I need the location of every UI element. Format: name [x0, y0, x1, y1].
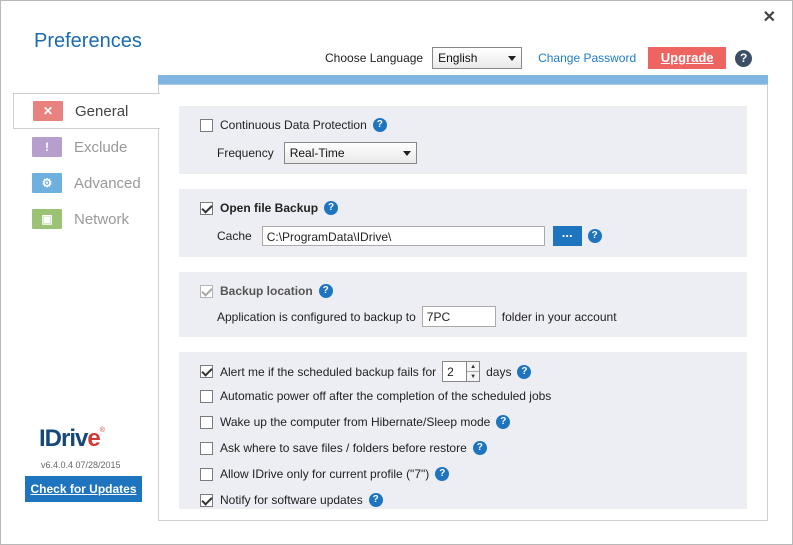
- preferences-window: ✕ Preferences Choose Language English Ch…: [0, 0, 793, 545]
- backup-location-checkbox: [200, 284, 213, 298]
- sidebar: ✕ General ! Exclude ⚙ Advanced ▣ Network: [13, 93, 160, 237]
- sidebar-item-exclude[interactable]: ! Exclude: [13, 129, 159, 165]
- general-panel: Continuous Data Protection ? Frequency R…: [158, 75, 768, 521]
- close-icon[interactable]: ✕: [763, 7, 776, 27]
- notify-row: Notify for software updates ?: [200, 493, 383, 507]
- ask-where-label: Ask where to save files / folders before…: [220, 441, 467, 455]
- help-icon[interactable]: ?: [324, 201, 339, 215]
- cdp-label: Continuous Data Protection: [220, 118, 367, 132]
- notify-label: Notify for software updates: [220, 493, 363, 507]
- days-stepper-buttons[interactable]: ▲ ▼: [466, 361, 481, 382]
- power-off-row: Automatic power off after the completion…: [200, 389, 551, 403]
- help-icon[interactable]: ?: [587, 229, 602, 243]
- backup-folder-text-after: folder in your account: [501, 309, 617, 324]
- sidebar-item-label: Exclude: [74, 138, 128, 156]
- backup-folder-row: Application is configured to backup to 7…: [217, 306, 617, 327]
- allow-profile-row: Allow IDrive only for current profile ("…: [200, 467, 450, 481]
- logo-text: IDriv: [39, 425, 88, 452]
- help-icon[interactable]: ?: [735, 49, 753, 67]
- cdp-checkbox[interactable]: [200, 118, 213, 132]
- backup-location-label: Backup location: [220, 284, 313, 298]
- backup-location-section: Backup location ? Application is configu…: [179, 272, 747, 337]
- ask-where-checkbox[interactable]: [200, 441, 213, 455]
- version-label: v6.4.0.4 07/28/2015: [41, 460, 121, 470]
- allow-profile-checkbox[interactable]: [200, 467, 213, 481]
- sidebar-item-network[interactable]: ▣ Network: [13, 201, 159, 237]
- upgrade-button[interactable]: Upgrade: [648, 47, 727, 69]
- power-off-checkbox[interactable]: [200, 389, 213, 403]
- chevron-down-icon: [402, 151, 411, 156]
- help-icon[interactable]: ?: [368, 493, 383, 507]
- ask-where-row: Ask where to save files / folders before…: [200, 441, 487, 455]
- help-icon[interactable]: ?: [372, 118, 387, 132]
- language-label: Choose Language: [325, 51, 424, 65]
- cache-label: Cache: [217, 229, 252, 243]
- cache-path-input[interactable]: C:\ProgramData\IDrive\: [261, 226, 545, 246]
- backup-folder-input[interactable]: 7PC: [421, 306, 496, 327]
- days-label: days: [486, 364, 512, 379]
- backup-location-row: Backup location ?: [200, 284, 333, 298]
- top-toolbar: Choose Language English Change Password …: [325, 46, 753, 70]
- change-password-link[interactable]: Change Password: [538, 51, 636, 65]
- notify-checkbox[interactable]: [200, 493, 213, 507]
- check-for-updates-button[interactable]: Check for Updates: [25, 476, 142, 502]
- help-icon[interactable]: ?: [472, 441, 487, 455]
- open-file-backup-row: Open file Backup ?: [200, 201, 339, 215]
- alert-label: Alert me if the scheduled backup fails f…: [220, 364, 437, 379]
- language-select-value: English: [438, 51, 478, 65]
- options-section: Alert me if the scheduled backup fails f…: [179, 352, 747, 509]
- logo-registered-mark: ®: [99, 427, 105, 434]
- wake-up-checkbox[interactable]: [200, 415, 213, 429]
- alert-checkbox[interactable]: [200, 365, 213, 378]
- panel-header-bar: [158, 75, 768, 85]
- logo-lock-e: e: [87, 425, 100, 452]
- frequency-select[interactable]: Real-Time: [283, 142, 417, 164]
- help-icon[interactable]: ?: [496, 415, 511, 429]
- days-input[interactable]: 2: [442, 361, 467, 382]
- cdp-section: Continuous Data Protection ? Frequency R…: [179, 106, 747, 174]
- open-file-backup-section: Open file Backup ? Cache C:\ProgramData\…: [179, 189, 747, 257]
- sidebar-item-label: Network: [74, 210, 130, 228]
- page-title: Preferences: [34, 30, 142, 52]
- gear-icon: ⚙: [32, 173, 62, 193]
- help-icon[interactable]: ?: [435, 467, 450, 481]
- tools-icon: ✕: [33, 101, 63, 121]
- sidebar-item-general[interactable]: ✕ General: [13, 93, 160, 129]
- alert-row: Alert me if the scheduled backup fails f…: [200, 361, 532, 382]
- allow-profile-label: Allow IDrive only for current profile ("…: [220, 467, 430, 481]
- sidebar-item-label: General: [75, 102, 129, 120]
- help-icon[interactable]: ?: [517, 364, 532, 379]
- sidebar-item-advanced[interactable]: ⚙ Advanced: [13, 165, 159, 201]
- help-icon[interactable]: ?: [318, 284, 333, 298]
- cache-row: Cache C:\ProgramData\IDrive\ ... ?: [217, 226, 602, 246]
- frequency-row: Frequency Real-Time: [217, 142, 417, 164]
- frequency-select-value: Real-Time: [289, 146, 345, 160]
- wake-up-row: Wake up the computer from Hibernate/Slee…: [200, 415, 511, 429]
- frequency-label: Frequency: [217, 146, 274, 160]
- power-off-label: Automatic power off after the completion…: [220, 389, 552, 403]
- stepper-down-icon[interactable]: ▼: [467, 371, 480, 381]
- open-file-backup-checkbox[interactable]: [200, 201, 213, 215]
- wake-up-label: Wake up the computer from Hibernate/Slee…: [220, 415, 491, 429]
- language-select[interactable]: English: [432, 47, 523, 69]
- cdp-row: Continuous Data Protection ?: [200, 118, 387, 132]
- backup-folder-text-before: Application is configured to backup to: [217, 309, 416, 324]
- browse-button[interactable]: ...: [552, 226, 582, 246]
- sidebar-item-label: Advanced: [74, 174, 141, 192]
- open-file-backup-label: Open file Backup: [220, 201, 319, 215]
- exclamation-icon: !: [32, 137, 62, 157]
- days-stepper[interactable]: 2 ▲ ▼: [442, 361, 481, 382]
- network-icon: ▣: [32, 209, 62, 229]
- chevron-down-icon: [508, 56, 517, 61]
- stepper-up-icon[interactable]: ▲: [467, 362, 479, 371]
- idrive-logo: IDrive®: [39, 425, 105, 453]
